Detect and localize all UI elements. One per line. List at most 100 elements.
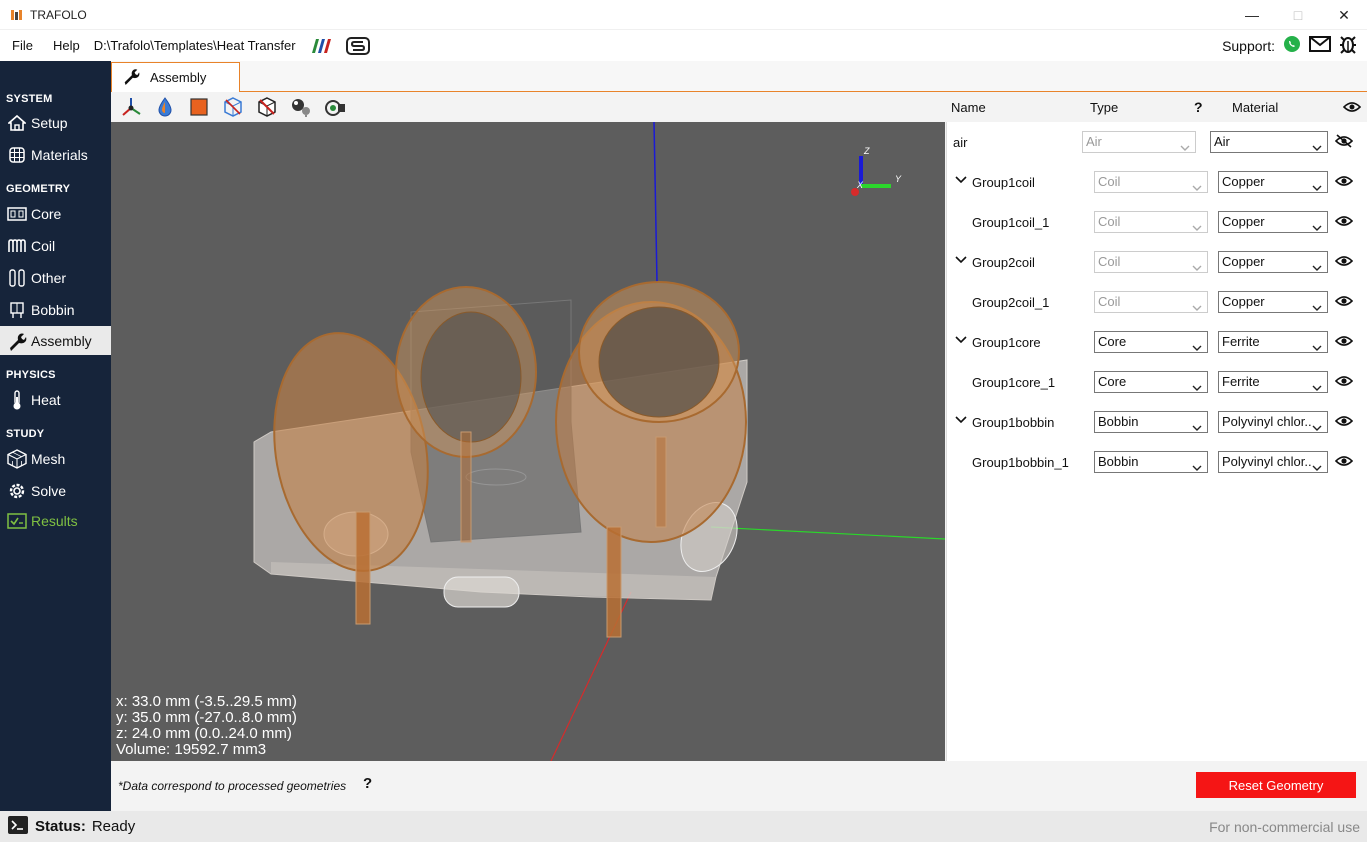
table-row[interactable]: Group2coil_1 Coil Copper — [947, 282, 1367, 322]
sidebar-item-label: Core — [31, 205, 62, 222]
sidebar-item-results[interactable]: Results — [0, 506, 111, 535]
part-type-value: Core — [1098, 334, 1127, 349]
part-type-select[interactable]: Bobbin — [1094, 451, 1208, 473]
project-path: D:\Trafolo\Templates\Heat Transfer — [93, 38, 296, 53]
table-row[interactable]: Group1coil_1 Coil Copper — [947, 202, 1367, 242]
sidebar-item-setup[interactable]: Setup — [0, 108, 111, 137]
table-row[interactable]: Group1bobbin Bobbin Polyvinyl chlor.. — [947, 402, 1367, 442]
part-type-select: Coil — [1094, 251, 1208, 273]
sidebar-item-mesh[interactable]: Mesh — [0, 444, 111, 473]
part-material-select[interactable]: Air — [1210, 131, 1328, 153]
axes-icon[interactable] — [119, 95, 143, 119]
sidebar-item-coil[interactable]: Coil — [0, 231, 111, 260]
part-type-value: Coil — [1098, 214, 1121, 229]
maximize-button[interactable]: □ — [1275, 0, 1321, 30]
part-material-select[interactable]: Polyvinyl chlor.. — [1218, 411, 1328, 433]
sidebar-item-core[interactable]: Core — [0, 199, 111, 228]
chevron-down-icon[interactable] — [955, 174, 967, 186]
paraview-logo-icon[interactable] — [310, 38, 332, 53]
wireframe-icon[interactable] — [221, 95, 245, 119]
part-type-value: Coil — [1098, 254, 1121, 269]
sidebar-item-label: Mesh — [31, 450, 66, 467]
part-material-select[interactable]: Polyvinyl chlor.. — [1218, 451, 1328, 473]
part-material-select[interactable]: Ferrite — [1218, 371, 1328, 393]
sidebar-item-label: Setup — [31, 114, 68, 131]
thermometer-icon — [7, 389, 27, 410]
part-material-select[interactable]: Copper — [1218, 171, 1328, 193]
part-type-select[interactable]: Core — [1094, 371, 1208, 393]
reset-geometry-button[interactable]: Reset Geometry — [1196, 772, 1356, 798]
solid-view-icon[interactable] — [187, 95, 211, 119]
3d-viewport[interactable]: Z Y X x: 33.0 mm (-3.5..29.5 mm) y: 35.0… — [111, 122, 945, 761]
close-button[interactable]: ✕ — [1321, 0, 1367, 30]
sidebar-item-label: Coil — [31, 237, 56, 254]
hide-edges-icon[interactable] — [255, 95, 279, 119]
table-row[interactable]: Group1bobbin_1 Bobbin Polyvinyl chlor.. — [947, 442, 1367, 482]
droplet-icon[interactable] — [153, 95, 177, 119]
eye-icon[interactable] — [1334, 254, 1354, 268]
part-material-value: Copper — [1222, 254, 1265, 269]
processed-note: *Data correspond to processed geometries — [118, 779, 347, 793]
eye-icon[interactable] — [1334, 454, 1354, 468]
part-type-select[interactable]: Bobbin — [1094, 411, 1208, 433]
table-row[interactable]: Group1core_1 Core Ferrite — [947, 362, 1367, 402]
eye-icon[interactable] — [1334, 174, 1354, 188]
eye-icon[interactable] — [1334, 334, 1354, 348]
sidebar-item-bobbin[interactable]: Bobbin — [0, 295, 111, 324]
menu-help[interactable]: Help — [53, 38, 80, 53]
tab-assembly[interactable]: Assembly — [111, 62, 240, 92]
table-row[interactable]: Group1coil Coil Copper — [947, 162, 1367, 202]
part-type-value: Bobbin — [1098, 414, 1139, 429]
sidebar-item-solve[interactable]: Solve — [0, 476, 111, 505]
part-type-value: Core — [1098, 374, 1127, 389]
license-note: For non-commercial use — [1209, 819, 1360, 835]
part-material-value: Copper — [1222, 174, 1265, 189]
lighting-icon[interactable] — [289, 95, 313, 119]
type-help-button[interactable]: ? — [1194, 99, 1203, 115]
part-material-select[interactable]: Ferrite — [1218, 331, 1328, 353]
eye-icon[interactable] — [1334, 414, 1354, 428]
chevron-down-icon[interactable] — [955, 334, 967, 346]
table-row[interactable]: Group1core Core Ferrite — [947, 322, 1367, 362]
chevron-down-icon[interactable] — [955, 254, 967, 266]
show-all-eye-icon[interactable] — [1342, 101, 1362, 116]
salome-logo-icon[interactable] — [345, 36, 370, 56]
part-name: Group1core — [972, 335, 1041, 350]
email-icon[interactable] — [1309, 36, 1331, 55]
sidebar-item-materials[interactable]: Materials — [0, 140, 111, 169]
chevron-down-icon[interactable] — [955, 414, 967, 426]
camera-reset-icon[interactable] — [323, 95, 347, 119]
part-material-select[interactable]: Copper — [1218, 211, 1328, 233]
part-type-value: Air — [1086, 134, 1102, 149]
support-label: Support: — [1222, 37, 1275, 54]
part-material-select[interactable]: Copper — [1218, 251, 1328, 273]
sidebar: SYSTEM Setup Materials GEOMETRY Core Coi… — [0, 61, 111, 811]
part-type-select[interactable]: Core — [1094, 331, 1208, 353]
dimensions-readout: x: 33.0 mm (-3.5..29.5 mm) y: 35.0 mm (-… — [116, 694, 297, 758]
sidebar-item-label: Results — [31, 512, 78, 529]
bug-report-icon[interactable] — [1339, 34, 1357, 57]
sidebar-item-other[interactable]: Other — [0, 263, 111, 292]
parts-table: air Air Air Group1coil Coil Copper Group1coil_… — [946, 122, 1367, 761]
menu-file[interactable]: File — [12, 38, 33, 53]
terminal-icon[interactable] — [7, 815, 29, 838]
eye-hidden-icon[interactable] — [1334, 134, 1354, 148]
eye-icon[interactable] — [1334, 294, 1354, 308]
chevron-down-icon — [1192, 218, 1202, 231]
sidebar-item-heat[interactable]: Heat — [0, 385, 111, 414]
part-name: air — [953, 135, 968, 150]
minimize-button[interactable]: — — [1229, 0, 1275, 30]
part-name: Group2coil — [972, 255, 1035, 270]
sidebar-item-assembly[interactable]: Assembly — [0, 326, 111, 355]
part-material-value: Air — [1214, 134, 1230, 149]
part-material-value: Ferrite — [1222, 374, 1260, 389]
eye-icon[interactable] — [1334, 214, 1354, 228]
whatsapp-icon[interactable] — [1283, 35, 1301, 56]
eye-icon[interactable] — [1334, 374, 1354, 388]
table-row[interactable]: Group2coil Coil Copper — [947, 242, 1367, 282]
chevron-down-icon — [1312, 378, 1322, 391]
table-row[interactable]: air Air Air — [947, 122, 1367, 162]
part-material-select[interactable]: Copper — [1218, 291, 1328, 313]
chevron-down-icon — [1192, 338, 1202, 351]
note-help-button[interactable]: ? — [363, 775, 372, 792]
